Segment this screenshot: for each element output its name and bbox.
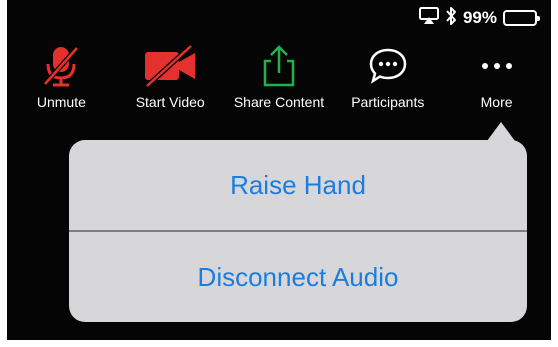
start-video-button[interactable]: Start Video	[116, 36, 225, 120]
video-off-icon	[141, 44, 199, 88]
more-options-popover: Raise Hand Disconnect Audio	[69, 140, 527, 322]
battery-icon	[503, 10, 540, 26]
popover-arrow	[487, 122, 515, 141]
more-dots-icon	[475, 44, 519, 88]
unmute-label: Unmute	[36, 94, 86, 110]
unmute-button[interactable]: Unmute	[7, 36, 116, 120]
battery-percentage: 99%	[462, 8, 497, 27]
raise-hand-option[interactable]: Raise Hand	[69, 140, 527, 230]
share-content-label: Share Content	[233, 94, 325, 110]
meeting-toolbar: Unmute Start Video Share Content Partici…	[7, 36, 551, 120]
status-bar: 99%	[418, 6, 540, 31]
share-icon	[257, 44, 301, 88]
disconnect-audio-option[interactable]: Disconnect Audio	[69, 232, 527, 322]
participants-button[interactable]: Participants	[333, 36, 442, 120]
start-video-label: Start Video	[135, 94, 205, 110]
chat-bubble-icon	[366, 44, 410, 88]
muted-microphone-icon	[39, 44, 83, 88]
share-content-button[interactable]: Share Content	[225, 36, 334, 120]
bluetooth-icon	[445, 6, 457, 31]
airplay-icon	[418, 6, 439, 30]
participants-label: Participants	[351, 94, 425, 110]
more-label: More	[480, 94, 513, 110]
more-button[interactable]: More	[442, 36, 551, 120]
meeting-screen: 99% Unmute Start Video Share Content Par…	[7, 0, 551, 340]
